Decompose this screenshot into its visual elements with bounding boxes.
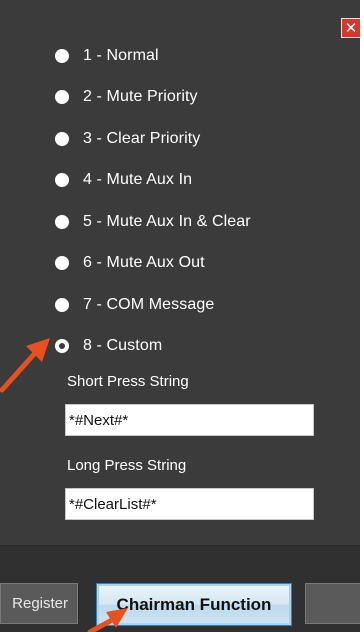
option-com-message[interactable]: 7 - COM Message: [55, 292, 214, 318]
option-mute-aux-out[interactable]: 6 - Mute Aux Out: [55, 250, 205, 276]
option-mute-priority[interactable]: 2 - Mute Priority: [55, 84, 198, 110]
option-label: 5 - Mute Aux In & Clear: [83, 213, 251, 230]
option-label: 1 - Normal: [83, 47, 159, 64]
long-press-label: Long Press String: [67, 457, 187, 474]
register-button-label: Register: [12, 595, 68, 612]
radio-button[interactable]: [55, 49, 69, 63]
option-clear-priority[interactable]: 3 - Clear Priority: [55, 126, 200, 152]
short-press-label: Short Press String: [67, 373, 189, 390]
option-mute-aux-in-clear[interactable]: 5 - Mute Aux In & Clear: [55, 209, 251, 235]
footer-divider: [0, 545, 364, 546]
radio-button[interactable]: [55, 256, 69, 270]
option-label: 6 - Mute Aux Out: [83, 254, 205, 271]
option-label: 4 - Mute Aux In: [83, 171, 193, 188]
radio-button[interactable]: [55, 298, 69, 312]
radio-button-selected[interactable]: [55, 339, 69, 353]
arrow-annotation-icon: [0, 338, 50, 393]
short-press-input[interactable]: [65, 404, 314, 436]
chairman-function-button[interactable]: Chairman Function: [96, 583, 292, 626]
close-button[interactable]: ✕: [341, 18, 361, 38]
option-normal[interactable]: 1 - Normal: [55, 43, 159, 69]
register-button[interactable]: Register: [0, 583, 78, 624]
radio-button[interactable]: [55, 173, 69, 187]
option-custom[interactable]: 8 - Custom: [55, 333, 162, 359]
close-icon: ✕: [344, 19, 358, 37]
chairman-function-label: Chairman Function: [116, 595, 272, 614]
option-label: 2 - Mute Priority: [83, 88, 198, 105]
radio-button[interactable]: [55, 90, 69, 104]
option-label: 7 - COM Message: [83, 296, 215, 313]
long-press-input[interactable]: [65, 488, 314, 520]
radio-button[interactable]: [55, 132, 69, 146]
option-label: 3 - Clear Priority: [83, 130, 201, 147]
window-edge: [360, 0, 364, 632]
dialog-panel: ✕ 1 - Normal 2 - Mute Priority 3 - Clear…: [0, 0, 364, 632]
option-label: 8 - Custom: [83, 337, 163, 354]
next-button-partial[interactable]: [305, 583, 364, 624]
radio-button[interactable]: [55, 215, 69, 229]
option-mute-aux-in[interactable]: 4 - Mute Aux In: [55, 167, 192, 193]
